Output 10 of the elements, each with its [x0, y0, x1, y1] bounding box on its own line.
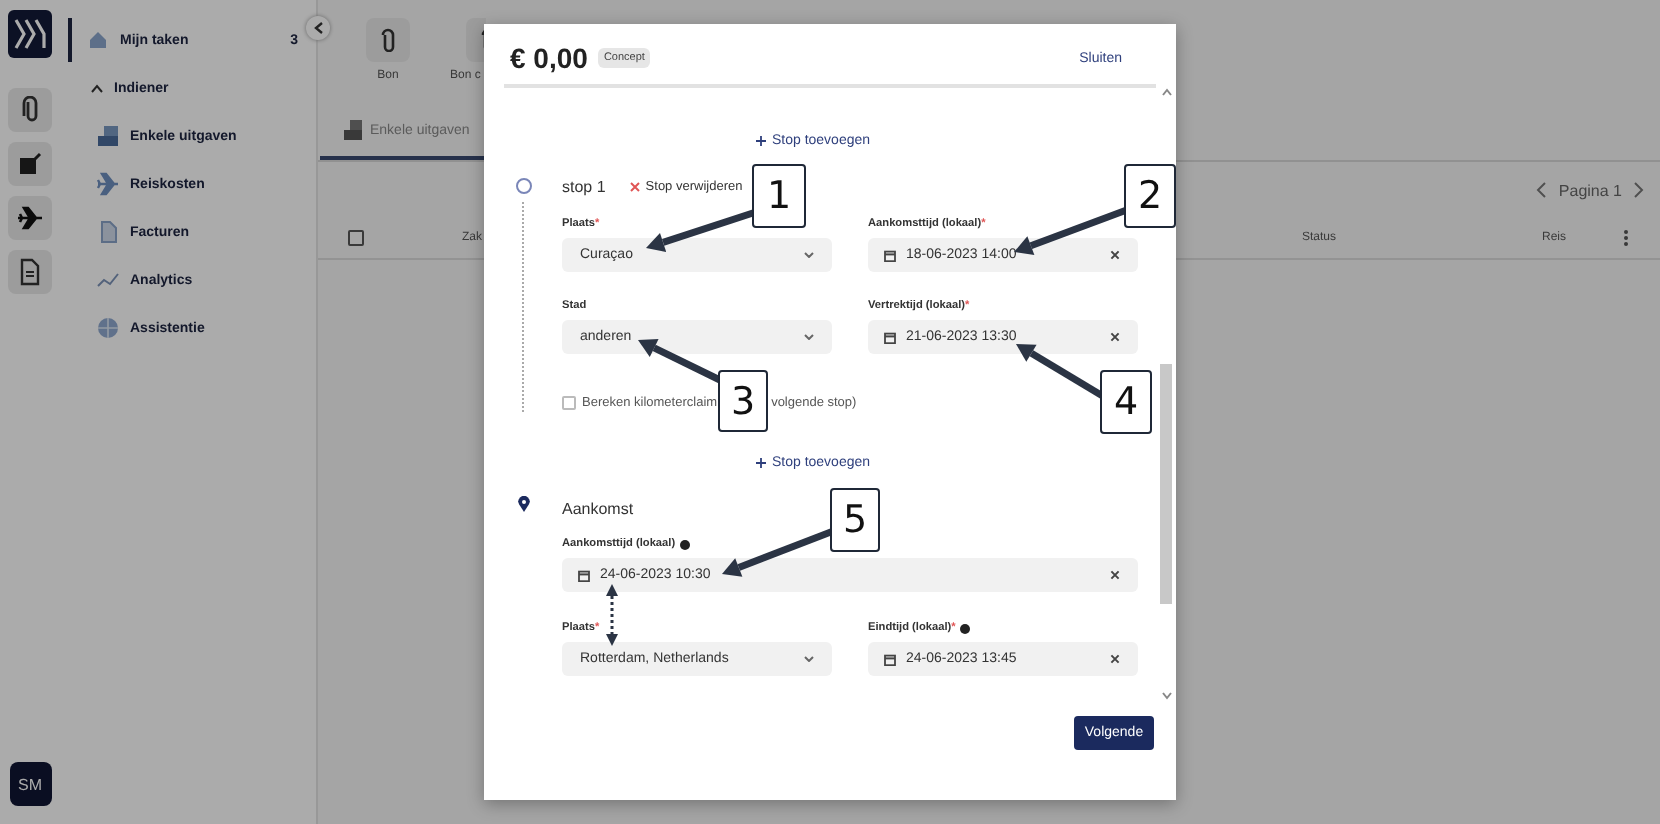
stop-title: stop 1 [562, 177, 606, 195]
user-avatar[interactable]: SM [9, 762, 51, 806]
callout-number: 5 [830, 488, 880, 552]
callout-number: 1 [752, 164, 806, 228]
callout-number: 3 [718, 370, 768, 432]
total-amount: € 0,00 [510, 42, 588, 74]
callout-number: 4 [1100, 370, 1152, 434]
page-label: Pagina 1 [1558, 181, 1622, 199]
section-title: Aankomst [562, 499, 634, 517]
callout-number: 2 [1124, 164, 1176, 228]
